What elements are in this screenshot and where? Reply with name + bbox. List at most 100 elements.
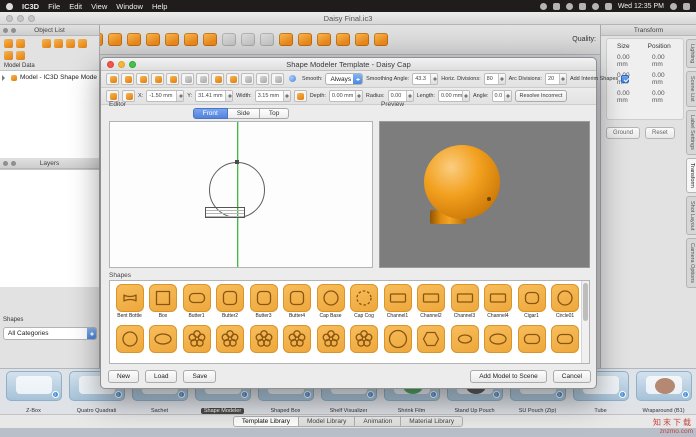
library-tab-animation[interactable]: Animation [355,416,401,427]
shape-tile-ellipse-sm[interactable] [451,325,479,353]
stepper-icon[interactable] [498,74,505,84]
stepper-icon[interactable] [462,91,469,101]
stepper-icon[interactable] [283,91,290,101]
pan-tool-icon[interactable] [146,33,160,46]
library-tab-material-library[interactable]: Material Library [401,416,463,427]
import-icon[interactable] [4,39,13,48]
smoothing-angle-field[interactable]: 43.3 [412,73,438,85]
info-icon[interactable]: i [52,391,59,398]
vtab-shot-layout[interactable]: Shot Layout [686,196,696,235]
stepper-icon[interactable] [355,91,362,101]
app-status-icon[interactable] [540,3,547,10]
new-button[interactable]: New [108,370,139,383]
shape-butter2[interactable] [216,284,244,312]
horiz-divisions-field[interactable]: 80 [484,73,506,85]
info-icon[interactable]: i [178,391,185,398]
scrollbar-thumb[interactable] [583,283,588,321]
add-model-to-scene-button[interactable]: Add Model to Scene [470,370,547,383]
cancel-button[interactable]: Cancel [553,370,591,383]
eraser-icon[interactable] [226,73,239,85]
notification-center-icon[interactable] [683,3,690,10]
stepper-icon[interactable] [176,91,183,101]
panel-dot-icon[interactable] [11,161,16,166]
width-field[interactable]: 3.15 mm [255,90,291,102]
menu-view[interactable]: View [91,2,107,11]
boolean-tool-icon[interactable] [203,33,217,46]
shape-tile-rounded-wide[interactable] [518,325,546,353]
tree-item-model[interactable]: Model - IC3D Shape Mode [0,71,99,84]
orbit-tool-icon[interactable] [127,33,141,46]
shape-tile-ellipse[interactable] [484,325,512,353]
marquee-select-icon[interactable] [106,73,119,85]
undo-icon[interactable] [355,33,369,46]
x-field[interactable]: -1.50 mm [146,90,184,102]
volume-icon[interactable] [553,3,560,10]
menu-help[interactable]: Help [152,2,167,11]
add-interim-checkbox[interactable] [621,75,629,83]
shape-channel4[interactable] [484,284,512,312]
scale-tool-icon[interactable] [165,33,179,46]
zoom-tool-icon[interactable] [108,33,122,46]
menu-edit[interactable]: Edit [69,2,82,11]
stepper-icon[interactable] [225,91,232,101]
reset-button[interactable]: Reset [645,127,675,139]
view-tab-front[interactable]: Front [193,108,228,119]
shape-tile-flower[interactable] [216,325,244,353]
stepper-icon[interactable] [406,91,413,101]
camera-tool-icon[interactable] [336,33,350,46]
ground-button[interactable]: Ground [606,127,640,139]
panel-dot-icon[interactable] [3,28,8,33]
align-tool-icon[interactable] [222,33,236,46]
shape-tile-flower[interactable] [350,325,378,353]
shape-tile-flower[interactable] [317,325,345,353]
add-light-icon[interactable] [16,51,25,60]
shape-butter3[interactable] [250,284,278,312]
shape-channel2[interactable] [417,284,445,312]
menu-clock[interactable]: Wed 12:35 PM [618,3,664,10]
duplicate-icon[interactable] [66,39,75,48]
info-icon[interactable]: i [493,391,500,398]
apple-icon[interactable] [6,3,13,10]
vertex-handle[interactable] [235,160,239,164]
shapes-scrollbar[interactable] [581,281,589,363]
vtab-scene-list[interactable]: Scene List [686,71,696,107]
depth-field[interactable]: 0.00 mm [329,90,363,102]
text-tool-icon[interactable] [279,33,293,46]
info-icon[interactable]: i [115,391,122,398]
shape-tile-flower[interactable] [283,325,311,353]
effects-tool-icon[interactable] [260,33,274,46]
zoom-out-icon[interactable] [136,73,149,85]
point-indicator-icon[interactable] [286,73,299,85]
library-tab-template-library[interactable]: Template Library [233,416,299,427]
grab-tool-icon[interactable] [298,33,312,46]
panel-dot-icon[interactable] [11,28,16,33]
arc-divisions-field[interactable]: 20 [545,73,567,85]
vtab-transform[interactable]: Transform [686,158,696,193]
stepper-icon[interactable] [559,74,566,84]
mirror-h-icon[interactable] [181,73,194,85]
cap-neck-rect[interactable] [205,207,245,218]
delete-icon[interactable] [78,39,87,48]
save-button[interactable]: Save [183,370,216,383]
shape-cigar1[interactable] [518,284,546,312]
info-icon[interactable]: i [241,391,248,398]
shape-tile-circle[interactable] [116,325,144,353]
shape-channel1[interactable] [384,284,412,312]
shape-cap-base[interactable] [317,284,345,312]
template-thumb-wraparound-b1-[interactable]: i [636,371,692,401]
sketch-canvas[interactable] [109,121,373,268]
battery-icon[interactable] [605,3,612,10]
shape-butter1[interactable] [183,284,211,312]
ungroup-icon[interactable] [54,39,63,48]
shape-cap-cog[interactable] [350,284,378,312]
pen-tool-icon[interactable] [271,73,284,85]
add-model-icon[interactable] [4,51,13,60]
wifi-icon[interactable] [592,3,599,10]
shape-tile-rounded-wide[interactable] [551,325,579,353]
curve-tool-icon[interactable] [256,73,269,85]
smooth-select[interactable]: Always [325,73,363,85]
vtab-camera-options[interactable]: Camera Options [686,238,696,288]
y-field[interactable]: 31.41 mm [195,90,233,102]
info-icon[interactable]: i [556,391,563,398]
stepper-icon[interactable] [504,91,511,101]
